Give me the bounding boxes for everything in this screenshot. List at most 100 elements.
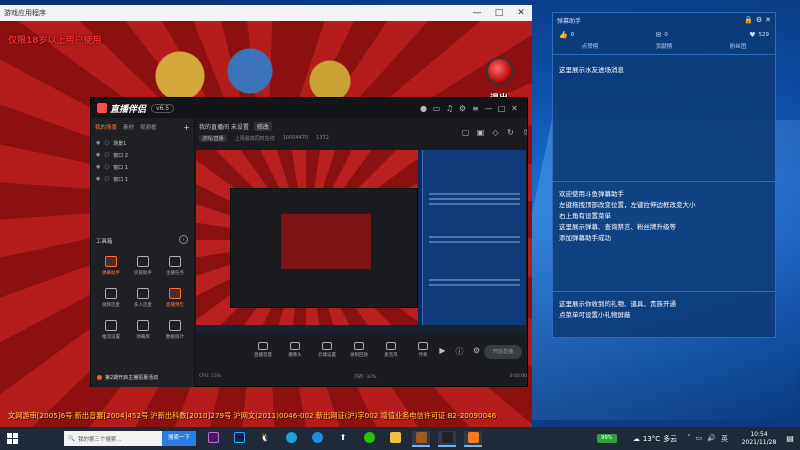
room-category[interactable]: 游戏/直播 bbox=[199, 135, 227, 142]
copy-icon[interactable]: ▣ bbox=[474, 128, 487, 137]
close-icon[interactable]: ✕ bbox=[765, 16, 771, 24]
share-icon[interactable]: ⇪ bbox=[519, 128, 532, 137]
start-button[interactable] bbox=[0, 427, 24, 450]
microphone-button[interactable]: 麦克风 bbox=[379, 342, 403, 358]
search-button[interactable]: 搜索一下 bbox=[162, 431, 196, 446]
stream-preview[interactable] bbox=[196, 150, 526, 333]
tab-like-rank[interactable]: 点赞榜 bbox=[582, 42, 599, 50]
danmu-line: 左键拖拽顶部改变位置，左键拉伸边框改变大小 bbox=[559, 201, 696, 209]
sidebar-tabs: 我的场景 素材 视频框 + bbox=[91, 118, 194, 137]
chevron-right-icon[interactable]: › bbox=[179, 235, 188, 244]
refresh-icon[interactable]: ↻ bbox=[504, 128, 517, 137]
minimize-icon[interactable]: — bbox=[482, 104, 495, 113]
lock-icon[interactable]: ▢ bbox=[459, 128, 472, 137]
game-exit-button[interactable] bbox=[486, 57, 514, 85]
tool-multi-link[interactable]: 多人连麦 bbox=[127, 288, 159, 308]
gift-icon[interactable]: ▭ bbox=[430, 104, 443, 113]
bell-icon[interactable]: ♫ bbox=[443, 104, 456, 113]
danmu-helper-panel[interactable]: 弹幕助手 🔒 ⚙ ✕ 👍 0 ✉ 0 ♥ 529 点赞榜 贡献榜 粉丝团 这里展示水友… bbox=[552, 12, 776, 338]
camera-button[interactable]: 摄像头 bbox=[283, 342, 307, 358]
gift-line: 点菜单可设置小礼物屏蔽 bbox=[559, 311, 631, 319]
gear-icon[interactable]: ⚙ bbox=[470, 346, 483, 357]
add-scene-icon[interactable]: + bbox=[183, 123, 190, 132]
taskbar-app-browser[interactable] bbox=[308, 431, 326, 447]
tool-label: 弹幕助手 bbox=[102, 271, 120, 276]
start-live-button[interactable]: 开始直播 bbox=[484, 345, 522, 359]
video-icon[interactable]: ▶ bbox=[436, 346, 449, 357]
taskbar-app-edge[interactable] bbox=[282, 431, 300, 447]
game-titlebar[interactable]: 游戏应用程序 — □ ✕ bbox=[0, 5, 532, 21]
accompaniment-button[interactable]: 伴奏 bbox=[411, 342, 435, 358]
lock-icon[interactable]: ▢ bbox=[104, 176, 109, 182]
lock-icon[interactable]: ▢ bbox=[104, 164, 109, 170]
cloud-settings-button[interactable]: 云端设置 bbox=[315, 342, 339, 358]
taskbar-app-wechat[interactable] bbox=[360, 431, 378, 447]
close-icon[interactable]: ✕ bbox=[510, 8, 532, 18]
volume-icon[interactable]: 🔊 bbox=[707, 434, 716, 444]
notification-icon[interactable]: ▤ bbox=[782, 434, 798, 443]
lock-icon[interactable]: ▢ bbox=[104, 152, 109, 158]
cloud-icon: ☁ bbox=[632, 434, 640, 443]
room-likes: 1372 bbox=[316, 135, 329, 141]
tool-anchor-tasks[interactable]: 主播任务 bbox=[159, 256, 191, 276]
taskbar-app-douyu[interactable] bbox=[464, 430, 482, 447]
tab-materials[interactable]: 素材 bbox=[123, 123, 134, 132]
taskbar-app-explorer[interactable] bbox=[386, 431, 404, 447]
taskbar-app-editor[interactable] bbox=[204, 431, 222, 447]
danmu-stats: 👍 0 ✉ 0 ♥ 529 bbox=[553, 27, 775, 39]
tool-room-manager[interactable]: 房管助手 bbox=[127, 256, 159, 276]
tool-video-link[interactable]: 视频连麦 bbox=[95, 288, 127, 308]
chevron-up-icon[interactable]: ˄ bbox=[687, 434, 691, 444]
tool-live-preview[interactable]: 直播预告 bbox=[159, 288, 191, 308]
scene-item[interactable]: ◉ ▢ 窗口 1 bbox=[91, 161, 194, 173]
battery-indicator[interactable]: 99% bbox=[596, 434, 617, 443]
memory-status: 内存: 32% bbox=[354, 375, 377, 380]
ime-indicator[interactable]: 英 bbox=[721, 434, 728, 444]
close-icon[interactable]: ✕ bbox=[508, 104, 521, 113]
danmu-panel-header[interactable]: 弹幕助手 🔒 ⚙ ✕ bbox=[553, 13, 775, 27]
notice-banner[interactable]: 第2期开启主播招募活动 bbox=[97, 374, 158, 381]
lock-icon[interactable]: ▢ bbox=[104, 140, 109, 146]
taskbar-app-game[interactable] bbox=[412, 430, 430, 447]
weather-widget[interactable]: ☁ 13°C 多云 bbox=[633, 434, 677, 444]
tab-scenes[interactable]: 我的场景 bbox=[95, 123, 117, 132]
taskbar-app-stream[interactable] bbox=[438, 430, 456, 447]
stream-app-window[interactable]: 直播伴侣 v6.5 ● ▭ ♫ ⚙ ≡ — □ ✕ 我的场景 素材 视频框 + … bbox=[90, 97, 529, 387]
lock-icon[interactable]: 🔒 bbox=[744, 16, 753, 24]
info-icon[interactable]: ⓘ bbox=[453, 346, 466, 357]
taskbar-app-photoshop[interactable] bbox=[230, 431, 248, 447]
settings-icon[interactable]: ⚙ bbox=[456, 104, 469, 113]
eye-icon[interactable]: ◉ bbox=[96, 152, 100, 158]
taskbar-app-qq[interactable]: 🐧 bbox=[256, 431, 274, 447]
avatar-icon[interactable]: ● bbox=[417, 104, 430, 113]
record-button[interactable]: 录制回放 bbox=[347, 342, 371, 358]
scene-item[interactable]: ◉ ▢ 场景1 bbox=[91, 137, 194, 149]
clock[interactable]: 10:54 2021/11/28 bbox=[736, 431, 782, 447]
tool-stream-settings[interactable]: 推流设置 bbox=[95, 320, 127, 340]
tool-danmu-helper[interactable]: 弹幕助手 bbox=[95, 256, 127, 276]
messages-stat: ✉ 0 bbox=[656, 31, 668, 39]
room-edit-button[interactable]: 修改 bbox=[253, 122, 272, 131]
settings-icon[interactable]: ⚙ bbox=[756, 16, 762, 24]
tab-contribution-rank[interactable]: 贡献榜 bbox=[656, 42, 673, 50]
eye-icon[interactable]: ◉ bbox=[96, 176, 100, 182]
bell-icon[interactable]: ◇ bbox=[489, 128, 502, 137]
volume-button[interactable]: 直播音量 bbox=[251, 342, 275, 358]
app-icon bbox=[441, 432, 453, 443]
scene-item[interactable]: ◉ ▢ 窗口 2 bbox=[91, 149, 194, 161]
network-icon[interactable]: ▭ bbox=[696, 434, 703, 444]
tool-data-stats[interactable]: 数据统计 bbox=[159, 320, 191, 340]
minimize-icon[interactable]: — bbox=[466, 8, 488, 18]
menu-icon[interactable]: ≡ bbox=[469, 104, 482, 113]
stream-app-titlebar[interactable]: 直播伴侣 v6.5 ● ▭ ♫ ⚙ ≡ — □ ✕ bbox=[91, 98, 527, 118]
maximize-icon[interactable]: □ bbox=[488, 8, 510, 18]
eye-icon[interactable]: ◉ bbox=[96, 140, 100, 146]
tab-video-frame[interactable]: 视频框 bbox=[140, 123, 157, 132]
tool-danmu-library[interactable]: 弹幕库 bbox=[127, 320, 159, 340]
maximize-icon[interactable]: □ bbox=[495, 104, 508, 113]
taskbar-app-download[interactable]: ⬆ bbox=[334, 431, 352, 447]
tab-fan-club[interactable]: 粉丝团 bbox=[730, 42, 747, 50]
taskbar-search[interactable]: 🔍 我的第三个搜索... bbox=[64, 431, 162, 446]
scene-item[interactable]: ◉ ▢ 窗口 1 bbox=[91, 173, 194, 185]
eye-icon[interactable]: ◉ bbox=[96, 164, 100, 170]
